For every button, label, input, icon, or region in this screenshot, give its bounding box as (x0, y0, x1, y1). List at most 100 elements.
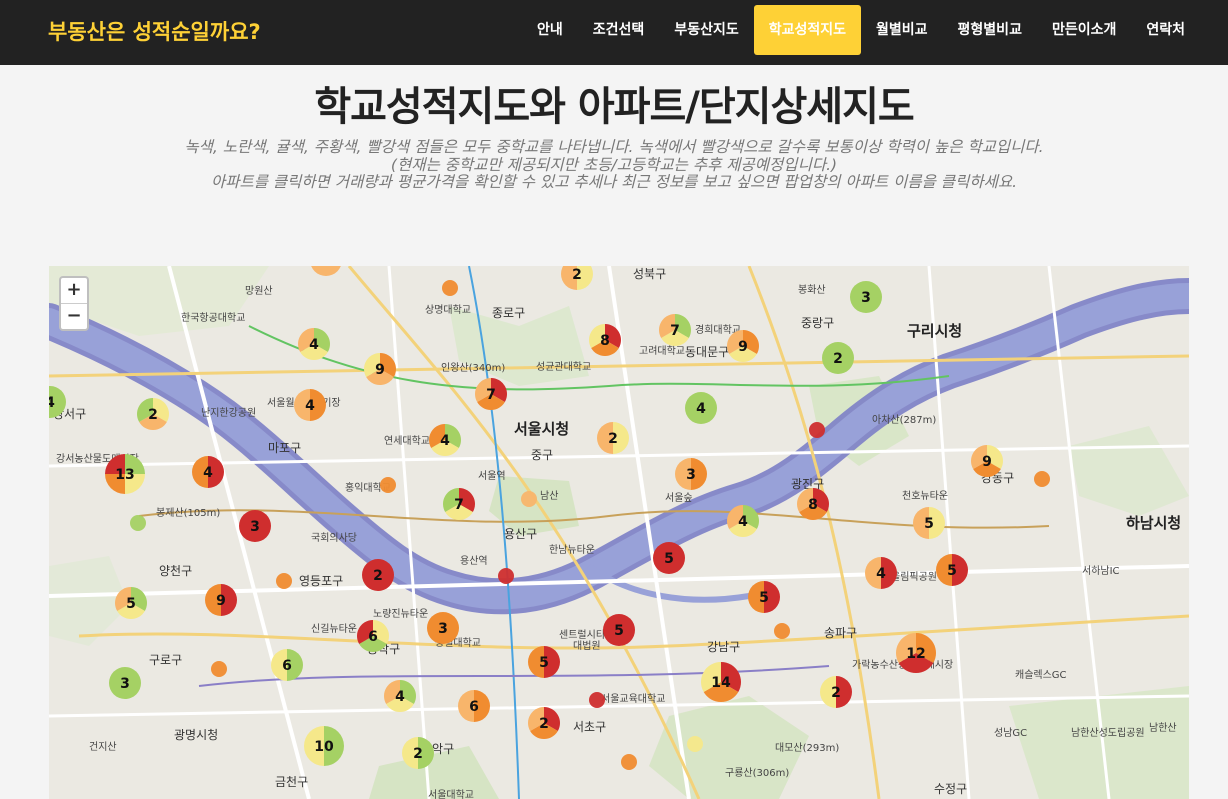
school-dot[interactable] (774, 623, 790, 639)
school-cluster[interactable]: 7 (659, 314, 691, 346)
school-dot[interactable] (211, 661, 227, 677)
school-cluster[interactable]: 4 (429, 424, 462, 456)
nav-item[interactable]: 연락처 (1131, 5, 1200, 55)
school-cluster[interactable]: 2 (402, 737, 434, 769)
school-cluster[interactable]: 7 (442, 488, 476, 520)
cluster-count: 2 (833, 351, 843, 367)
school-cluster[interactable]: 4 (298, 328, 331, 360)
school-cluster[interactable]: 3 (239, 510, 271, 542)
place-label: 성남GC (994, 727, 1027, 739)
school-dot[interactable] (276, 573, 292, 589)
school-cluster[interactable]: 6 (458, 690, 490, 722)
school-cluster[interactable]: 4 (192, 456, 224, 488)
nav-item[interactable]: 부동산지도 (659, 5, 753, 55)
school-cluster[interactable]: 8 (797, 488, 829, 520)
nav-item[interactable]: 월별비교 (861, 5, 943, 55)
place-label: 종로구 (492, 306, 525, 320)
place-label: 남한산성도립공원 (1071, 726, 1145, 739)
nav-item[interactable]: 만든이소개 (1037, 5, 1131, 55)
place-label: 광명시청 (174, 728, 218, 742)
school-cluster[interactable]: 4 (685, 392, 717, 424)
school-dot[interactable] (380, 477, 396, 493)
cluster-count: 13 (115, 467, 134, 483)
school-cluster[interactable]: 5 (653, 542, 685, 574)
school-dot[interactable] (442, 280, 458, 296)
school-cluster[interactable]: 5 (936, 554, 968, 586)
school-cluster[interactable]: 5 (913, 507, 945, 539)
school-cluster[interactable]: 4 (384, 680, 417, 712)
place-label: 구룡산(306m) (725, 767, 789, 779)
school-cluster[interactable]: 10 (304, 726, 344, 766)
place-label: 노량진뉴타운 (373, 608, 428, 620)
cluster-count: 14 (711, 675, 731, 691)
cluster-count: 4 (440, 433, 450, 449)
place-label: 하남시청 (1126, 514, 1181, 532)
school-dot[interactable] (589, 692, 605, 708)
school-cluster[interactable]: 3 (427, 612, 459, 644)
zoom-out-button[interactable]: − (61, 304, 87, 329)
school-cluster[interactable]: 2 (137, 398, 169, 430)
school-cluster[interactable]: 2 (822, 342, 854, 374)
brand-logo[interactable]: 부동산은 성적순일까요? (48, 16, 261, 46)
school-dot[interactable] (521, 491, 537, 507)
school-cluster[interactable]: 3 (675, 458, 707, 490)
place-label: 용산구 (504, 527, 537, 541)
nav-item[interactable]: 조건선택 (578, 5, 660, 55)
school-dot[interactable] (809, 422, 825, 438)
school-cluster[interactable]: 13 (105, 454, 145, 494)
school-cluster[interactable]: 2 (528, 707, 560, 739)
place-label: 중랑구 (801, 316, 834, 330)
nav-item[interactable]: 평형별비교 (943, 5, 1037, 55)
school-cluster[interactable]: 7 (474, 378, 508, 410)
school-cluster[interactable]: 2 (362, 559, 394, 591)
school-dot[interactable] (621, 754, 637, 770)
school-cluster[interactable]: 2 (820, 676, 852, 708)
school-dot[interactable] (687, 736, 703, 752)
place-label: 서울교육대학교 (601, 693, 665, 705)
place-label: 동대문구 (685, 345, 729, 359)
school-cluster[interactable]: 3 (850, 281, 882, 313)
school-cluster[interactable]: 5 (528, 646, 560, 678)
place-label: 남산 (540, 490, 558, 502)
school-cluster[interactable]: 5 (115, 587, 147, 619)
school-dot[interactable] (1034, 471, 1050, 487)
description-line: (현재는 중학교만 제공되지만 초등/고등학교는 추후 제공예정입니다.) (390, 155, 838, 174)
nav-item[interactable]: 안내 (522, 5, 578, 55)
map-canvas[interactable]: 서울시청구리시청강서구마포구양천구구로구광명시청영등포구용산구중구종로구성북구동… (49, 266, 1189, 799)
place-label: 연세대학교 (384, 435, 430, 447)
cluster-count: 7 (486, 387, 496, 403)
place-label: 서울역 (478, 470, 506, 482)
description-line: 녹색, 노란색, 귤색, 주황색, 빨강색 점들은 모두 중학교를 나타냅니다.… (184, 138, 1044, 156)
cluster-count: 4 (395, 689, 405, 705)
school-cluster[interactable]: 3 (109, 667, 141, 699)
school-cluster[interactable]: 6 (271, 649, 303, 681)
school-dot[interactable] (130, 515, 146, 531)
place-label: 한남뉴타운 (549, 544, 595, 556)
school-cluster[interactable]: 9 (205, 584, 237, 616)
place-label: 서하남IC (1082, 564, 1120, 577)
school-cluster[interactable]: 9 (971, 445, 1004, 477)
school-cluster[interactable]: 4 (865, 557, 897, 589)
school-cluster[interactable]: 4 (294, 389, 326, 421)
school-cluster[interactable]: 6 (356, 620, 390, 652)
zoom-in-button[interactable]: + (61, 278, 87, 304)
cluster-count: 10 (314, 739, 334, 755)
cluster-count: 5 (947, 563, 957, 579)
school-cluster[interactable]: 9 (727, 330, 759, 362)
school-cluster[interactable]: 9 (364, 353, 397, 385)
nav-item[interactable]: 학교성적지도 (753, 5, 862, 55)
school-cluster[interactable]: 4 (727, 505, 759, 537)
school-cluster[interactable]: 14 (701, 662, 741, 702)
school-cluster[interactable]: 12 (896, 633, 937, 673)
school-dot[interactable] (498, 568, 514, 584)
place-label: 송파구 (824, 626, 857, 640)
cluster-count: 4 (49, 395, 55, 411)
place-label: 대법원 (573, 640, 601, 652)
school-cluster[interactable]: 8 (589, 324, 621, 356)
school-cluster[interactable]: 5 (603, 614, 635, 646)
school-cluster[interactable]: 2 (597, 422, 629, 454)
school-map[interactable]: 서울시청 구리시청 강서구 마포구 양천구 구로구 광명시청 영등포구 용산구 중구 종로구 성북구 동… (49, 266, 1189, 799)
school-cluster[interactable]: 5 (748, 581, 780, 613)
place-label: 구리시청 (907, 322, 962, 340)
place-label: 강남구 (707, 640, 740, 654)
